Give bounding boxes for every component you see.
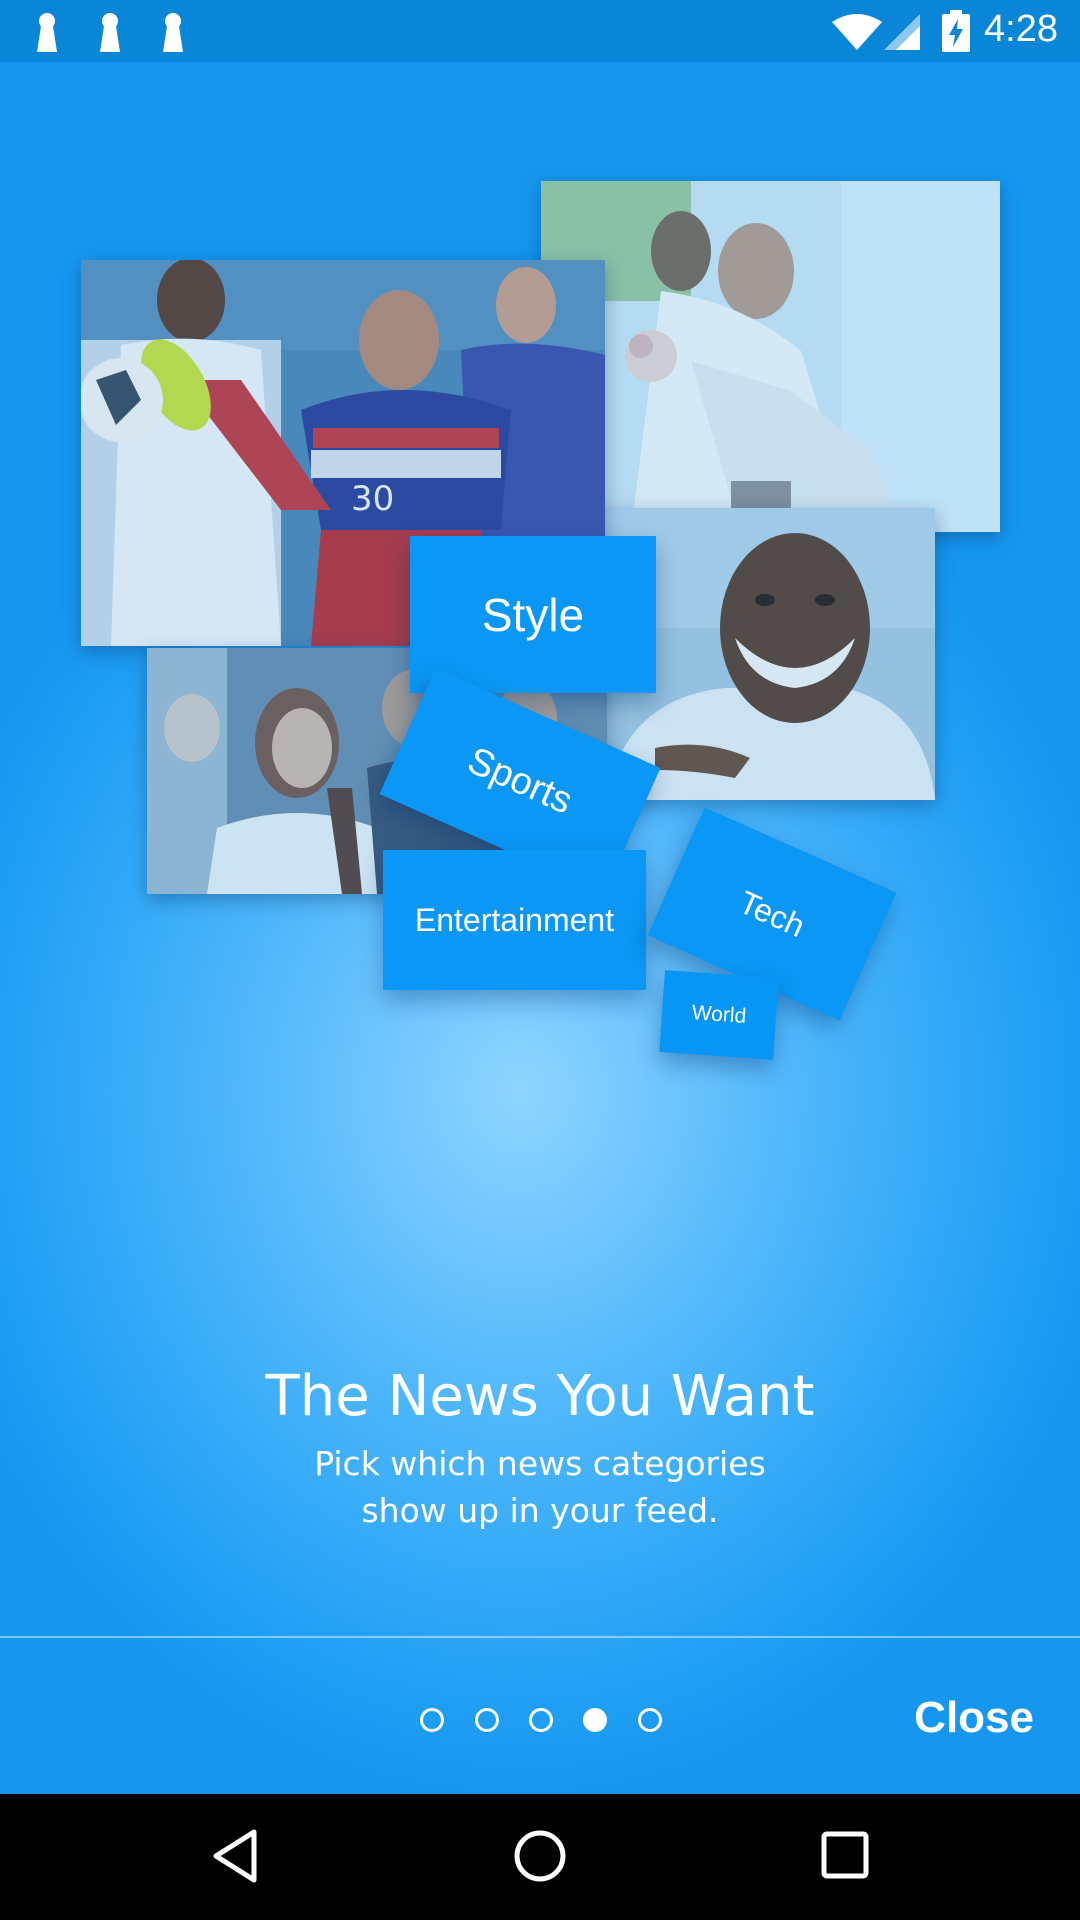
recents-icon[interactable]	[820, 1830, 870, 1880]
category-tile-style[interactable]: Style	[410, 536, 656, 693]
status-bar: 4:28	[0, 0, 1080, 62]
keyhole-icon	[100, 13, 120, 52]
navigation-bar	[0, 1794, 1080, 1920]
onboarding-page: 30 Style Sports Entertainment Tech World	[0, 62, 1080, 1794]
category-label-tech: Tech	[734, 883, 811, 944]
wedding-couple-photo	[541, 181, 1000, 532]
footer-divider	[0, 1636, 1080, 1638]
category-label-entertainment: Entertainment	[414, 901, 615, 938]
page-dot-3[interactable]	[529, 1708, 553, 1732]
page-dot-4-active[interactable]	[583, 1708, 607, 1732]
category-tile-world[interactable]: World	[659, 970, 779, 1060]
category-label-style: Style	[481, 588, 585, 641]
battery-charging-icon	[942, 10, 970, 52]
status-time: 4:28	[984, 8, 1058, 50]
page-dot-1[interactable]	[420, 1708, 444, 1732]
keyhole-icon	[163, 13, 183, 52]
signal-icon	[884, 14, 920, 50]
close-button[interactable]: Close	[914, 1693, 1034, 1743]
keyhole-icon	[37, 13, 57, 52]
onboarding-subtitle: Pick which news categories show up in yo…	[240, 1440, 840, 1534]
wifi-icon	[832, 14, 882, 50]
back-icon[interactable]	[210, 1828, 260, 1884]
category-tile-entertainment[interactable]: Entertainment	[383, 850, 646, 990]
onboarding-subtitle-line1: Pick which news categories	[314, 1444, 766, 1483]
onboarding-subtitle-line2: show up in your feed.	[361, 1491, 719, 1530]
page-dot-5[interactable]	[638, 1708, 662, 1732]
category-label-world: World	[691, 1001, 748, 1028]
home-icon[interactable]	[512, 1828, 568, 1884]
category-label-sports: Sports	[461, 739, 579, 823]
onboarding-title: The News You Want	[265, 1364, 815, 1429]
page-dot-2[interactable]	[475, 1708, 499, 1732]
